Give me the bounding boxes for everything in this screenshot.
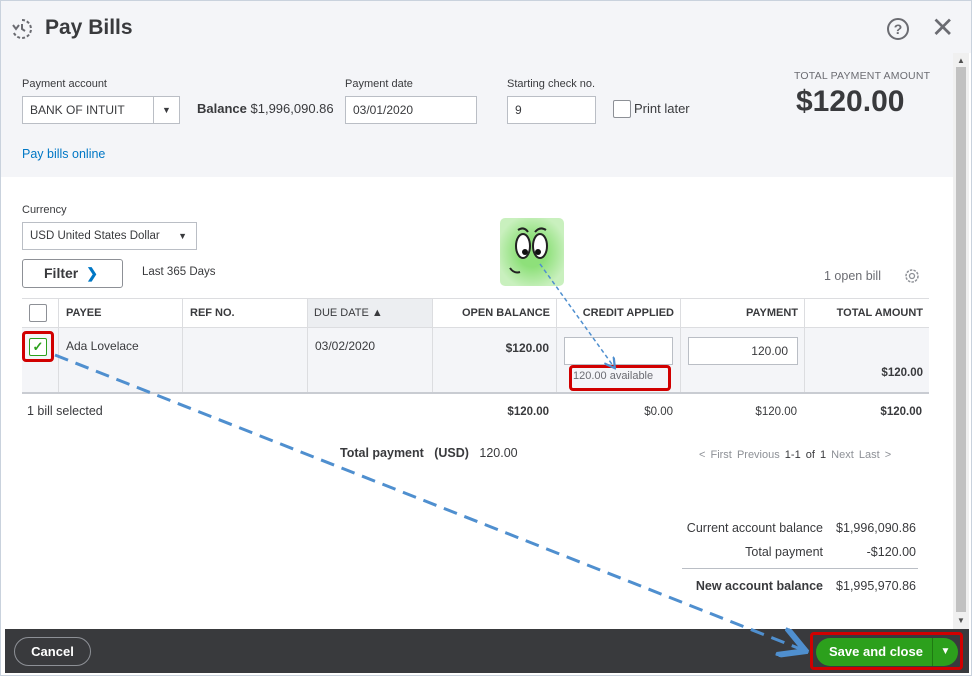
col-header-open-balance[interactable]: OPEN BALANCE (433, 299, 556, 327)
starting-check-label: Starting check no. (507, 78, 596, 90)
total-payment-amount-label: TOTAL PAYMENT AMOUNT (794, 70, 931, 82)
col-header-total-amount[interactable]: TOTAL AMOUNT (805, 299, 929, 327)
bills-selected-count: 1 bill selected (27, 404, 103, 418)
help-icon[interactable]: ? (887, 18, 909, 40)
payee-cell[interactable]: Ada Lovelace (66, 339, 139, 353)
table-row[interactable]: ✓ Ada Lovelace 03/02/2020 $120.00 120.00… (22, 328, 929, 394)
balance-label: Balance (197, 101, 247, 116)
bills-table-header: PAYEE REF NO. DUE DATE ▲ OPEN BALANCE CR… (22, 298, 929, 328)
payment-date-input[interactable]: 03/01/2020 (345, 96, 477, 124)
pager-next[interactable]: Next (831, 449, 854, 461)
total-payment-summary: Total payment (USD) 120.00 (340, 446, 518, 460)
pager-first[interactable]: < First (699, 449, 732, 461)
total-payment-currency: (USD) (434, 446, 469, 460)
currency-label: Currency (22, 204, 67, 216)
summary-payment-value: -$120.00 (866, 545, 916, 559)
print-later-label: Print later (634, 101, 690, 116)
currency-select[interactable]: USD United States Dollar ▼ (22, 222, 197, 250)
col-header-payment[interactable]: PAYMENT (681, 299, 804, 327)
col-header-payee[interactable]: PAYEE (60, 299, 107, 327)
pay-bills-dialog: Pay Bills ? ✕ Payment account BANK OF IN… (0, 0, 972, 676)
filter-button-label: Filter (44, 265, 79, 281)
payment-account-select[interactable]: BANK OF INTUIT ▼ (22, 96, 180, 124)
summary-divider (682, 568, 918, 569)
history-clock-icon (12, 19, 32, 39)
pager-previous[interactable]: Previous (737, 449, 780, 461)
chevron-right-icon: ❯ (86, 265, 98, 281)
total-open-balance: $120.00 (507, 406, 549, 418)
credit-available-highlight (569, 365, 671, 391)
due-date-cell: 03/02/2020 (315, 339, 376, 353)
total-payment-label: Total payment (340, 446, 424, 460)
current-balance-label: Current account balance (686, 521, 823, 535)
pay-bills-online-link[interactable]: Pay bills online (22, 147, 105, 161)
chevron-down-icon[interactable]: ▼ (178, 223, 187, 249)
current-balance-value: $1,996,090.86 (836, 521, 916, 535)
col-header-credit-applied[interactable]: CREDIT APPLIED (557, 299, 680, 327)
print-later-checkbox[interactable] (613, 100, 631, 118)
total-payment-column: $120.00 (755, 406, 797, 418)
credit-applied-input[interactable] (564, 337, 673, 365)
total-credit-applied: $0.00 (644, 406, 673, 418)
page-title: Pay Bills (45, 16, 133, 39)
cartoon-face-sticker (500, 218, 564, 286)
total-amount-cell: $120.00 (881, 367, 923, 379)
payment-input[interactable]: 120.00 (688, 337, 798, 365)
total-payment-value: 120.00 (479, 446, 518, 460)
dialog-footer: Cancel Save and close ▼ (5, 629, 969, 673)
pager-last[interactable]: Last > (859, 449, 891, 461)
account-balance: Balance $1,996,090.86 (197, 101, 334, 116)
balance-value: $1,996,090.86 (250, 101, 334, 116)
new-balance-value: $1,995,970.86 (836, 579, 916, 593)
cancel-button[interactable]: Cancel (14, 637, 91, 666)
checkbox-highlight (22, 331, 54, 362)
payment-date-label: Payment date (345, 78, 413, 90)
open-balance-cell: $120.00 (505, 341, 549, 355)
new-balance-label: New account balance (695, 579, 823, 593)
scrollbar-thumb[interactable] (956, 67, 966, 612)
date-range-text: Last 365 Days (142, 266, 216, 278)
currency-value: USD United States Dollar (30, 230, 160, 242)
close-icon[interactable]: ✕ (931, 14, 954, 42)
chevron-down-icon[interactable]: ▼ (153, 97, 179, 123)
vertical-scrollbar[interactable]: ▲ ▼ (953, 53, 969, 629)
payment-account-label: Payment account (22, 78, 107, 90)
title-bar: Pay Bills ? ✕ (1, 1, 971, 53)
save-button-highlight (810, 632, 963, 670)
pagination: < First Previous 1-1 of 1 Next Last > (699, 449, 891, 461)
scroll-up-arrow-icon[interactable]: ▲ (957, 56, 965, 65)
scroll-down-arrow-icon[interactable]: ▼ (957, 616, 965, 625)
total-amount-column: $120.00 (880, 406, 922, 418)
starting-check-input[interactable]: 9 (507, 96, 596, 124)
col-header-ref-no[interactable]: REF NO. (184, 299, 241, 327)
col-header-due-date[interactable]: DUE DATE ▲ (308, 299, 432, 327)
gear-icon[interactable] (903, 267, 921, 285)
total-payment-amount-value: $120.00 (796, 85, 905, 118)
summary-payment-label: Total payment (745, 545, 823, 559)
select-all-checkbox[interactable] (29, 304, 47, 322)
open-bill-count: 1 open bill (824, 269, 881, 283)
filter-button[interactable]: Filter ❯ (22, 259, 123, 288)
pager-range: 1-1 of 1 (784, 449, 827, 461)
payment-account-value: BANK OF INTUIT (30, 103, 125, 117)
